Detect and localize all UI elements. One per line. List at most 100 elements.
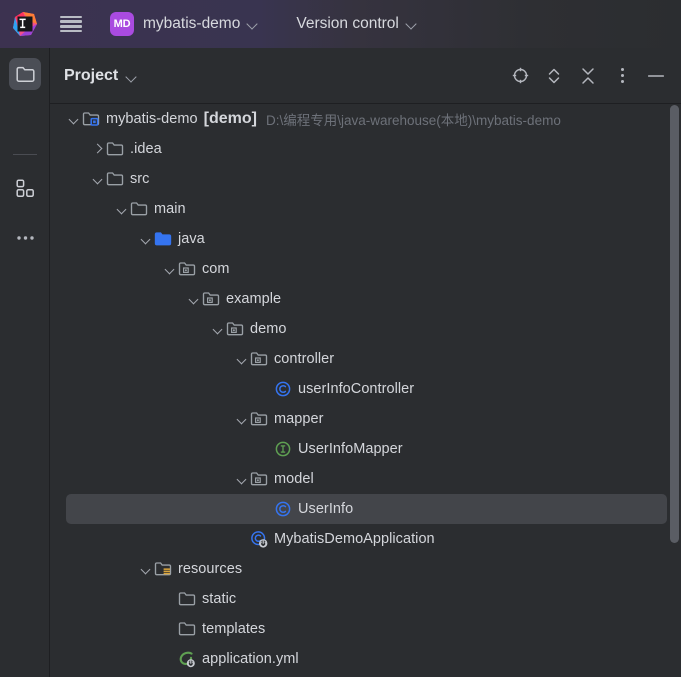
project-tree[interactable]: mybatis-demo [demo] D:\编程专用\java-warehouse… [50, 104, 681, 677]
tree-row[interactable]: application.yml [50, 644, 681, 674]
more-dots-icon [16, 236, 34, 240]
collapse-all-button[interactable] [571, 59, 605, 93]
rail-button-more[interactable] [9, 222, 41, 254]
chevron-down-icon[interactable] [186, 291, 202, 307]
selection-highlight [66, 494, 667, 524]
tree-row[interactable]: .idea [50, 134, 681, 164]
chevron-down-icon[interactable] [234, 411, 250, 427]
minimize-button[interactable] [639, 59, 673, 93]
package-folder-icon [250, 352, 268, 366]
collapse-all-icon [582, 67, 594, 84]
chevron-down-icon [406, 18, 418, 30]
project-selector[interactable]: MD mybatis-demo [106, 9, 266, 39]
tree-row[interactable]: mapper [50, 404, 681, 434]
tree-row[interactable]: UserInfoMapper [50, 434, 681, 464]
vertical-scrollbar[interactable] [670, 105, 679, 543]
tree-item-label: controller [274, 351, 335, 367]
chevron-down-icon[interactable] [114, 201, 130, 217]
package-folder-icon [178, 262, 196, 276]
version-control-menu[interactable]: Version control [290, 9, 424, 39]
no-arrow-spacer [258, 381, 274, 397]
no-arrow-spacer [258, 441, 274, 457]
folder-icon [178, 622, 196, 636]
tree-row[interactable]: userInfoController [50, 374, 681, 404]
chevron-down-icon[interactable] [90, 171, 106, 187]
tree-item-label: mybatis-demo [106, 111, 198, 127]
title-bar: MD mybatis-demo Version control [0, 0, 681, 48]
expand-collapse-button[interactable] [537, 59, 571, 93]
chevron-down-icon [247, 18, 259, 30]
tree-item-label: resources [178, 561, 243, 577]
expand-collapse-icon [548, 68, 560, 83]
chevron-down-icon [126, 71, 138, 83]
tree-row[interactable]: model [50, 464, 681, 494]
tree-row[interactable]: resources [50, 554, 681, 584]
folder-icon [130, 202, 148, 216]
package-folder-icon [250, 412, 268, 426]
tree-row[interactable]: com [50, 254, 681, 284]
tree-item-label: static [202, 591, 237, 607]
tree-row[interactable]: java [50, 224, 681, 254]
select-opened-file-button[interactable] [503, 59, 537, 93]
chevron-down-icon[interactable] [234, 351, 250, 367]
runnable-class-icon [251, 531, 268, 548]
select-opened-file-icon [512, 67, 528, 84]
tree-item-icon [274, 380, 292, 398]
chevron-down-icon[interactable] [162, 261, 178, 277]
tree-item-icon [106, 140, 124, 158]
folder-icon [178, 592, 196, 606]
package-folder-icon [202, 292, 220, 306]
panel-toolbar [503, 59, 681, 93]
tree-row[interactable]: example [50, 284, 681, 314]
no-arrow-spacer [234, 531, 250, 547]
tree-item-icon [274, 500, 292, 518]
java-interface-icon [275, 441, 291, 457]
chevron-down-icon[interactable] [210, 321, 226, 337]
tree-item-label: main [154, 201, 186, 217]
rail-button-commit[interactable] [9, 172, 41, 204]
more-options-button[interactable] [605, 59, 639, 93]
tree-row[interactable]: controller [50, 344, 681, 374]
chevron-down-icon[interactable] [66, 111, 82, 127]
no-arrow-spacer [162, 621, 178, 637]
tree-row[interactable]: MybatisDemoApplication [50, 524, 681, 554]
tree-item-label: UserInfo [298, 501, 354, 517]
minimize-icon [648, 74, 664, 77]
no-arrow-spacer [162, 651, 178, 667]
project-title-group[interactable]: Project [50, 67, 138, 85]
tree-item-label: UserInfoMapper [298, 441, 403, 457]
tree-item-icon [106, 170, 124, 188]
tree-item-icon [250, 410, 268, 428]
intellij-idea-window: MD mybatis-demo Version control Project … [0, 0, 681, 677]
chevron-down-icon[interactable] [138, 231, 154, 247]
tree-row[interactable]: templates [50, 614, 681, 644]
tree-item-label: java [178, 231, 205, 247]
package-folder-icon [226, 322, 244, 336]
tree-item-label: mapper [274, 411, 324, 427]
project-badge: MD [110, 12, 134, 36]
tree-item-label: userInfoController [298, 381, 415, 397]
project-folder-icon [15, 66, 35, 82]
tree-item-label: example [226, 291, 282, 307]
tree-row[interactable]: demo [50, 314, 681, 344]
tree-row[interactable]: main [50, 194, 681, 224]
tree-row[interactable]: UserInfo [50, 494, 681, 524]
chevron-down-icon[interactable] [234, 471, 250, 487]
tree-item-icon [178, 260, 196, 278]
chevron-down-icon[interactable] [138, 561, 154, 577]
tree-item-label: model [274, 471, 314, 487]
tree-item-icon [226, 320, 244, 338]
hamburger-menu-icon[interactable] [60, 15, 82, 33]
tree-row[interactable]: static [50, 584, 681, 614]
tree-row[interactable]: src [50, 164, 681, 194]
chevron-right-icon[interactable] [90, 141, 106, 157]
tree-row[interactable]: mybatis-demo [demo] D:\编程专用\java-warehouse… [50, 104, 681, 134]
java-class-icon [275, 501, 291, 517]
tree-item-icon [250, 530, 268, 548]
tree-item-label: src [130, 171, 150, 187]
tree-item-icon [250, 350, 268, 368]
rail-button-project[interactable] [9, 58, 41, 90]
resource-root-folder-icon [154, 562, 172, 576]
tool-window-rail [0, 48, 50, 677]
module-name-tag: [demo] [203, 110, 257, 127]
